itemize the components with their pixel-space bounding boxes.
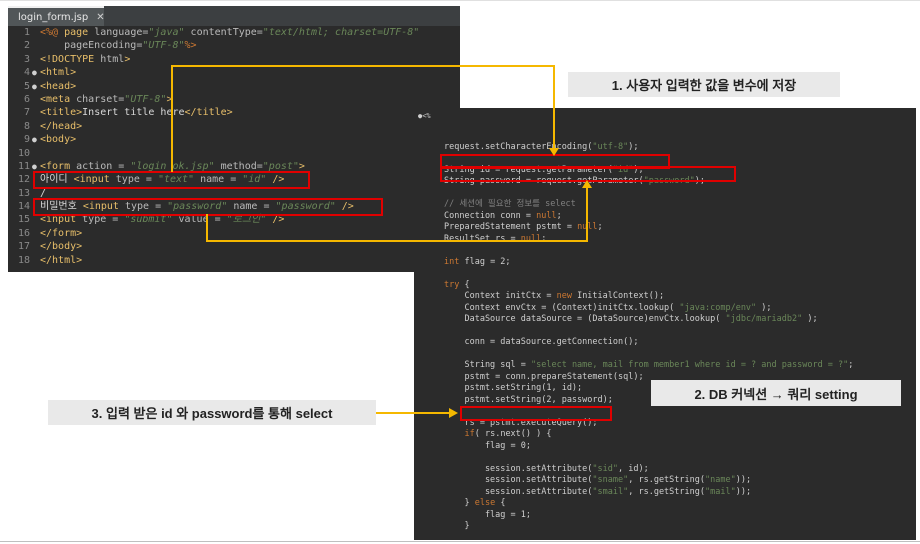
callout-step2: 2. DB 커넥션 → 쿼리 setting bbox=[651, 380, 901, 406]
arrowhead-select bbox=[449, 408, 458, 418]
connector-id bbox=[171, 65, 555, 172]
callout-step3: 3. 입력 받은 id 와 password를 통해 select bbox=[48, 400, 376, 425]
bottom-divider bbox=[0, 541, 920, 542]
arrowhead-password bbox=[582, 180, 592, 188]
connector-password bbox=[206, 182, 588, 242]
callout-step1: 1. 사용자 입력한 값을 변수에 저장 bbox=[568, 72, 840, 97]
arrowhead-id bbox=[549, 148, 559, 156]
